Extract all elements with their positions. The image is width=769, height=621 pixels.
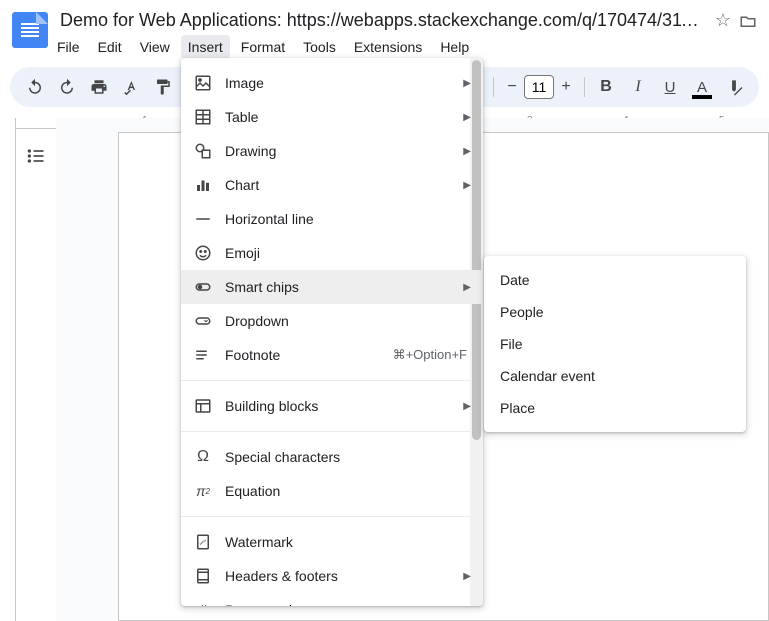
font-size-increase[interactable]: +	[554, 75, 578, 99]
hline-icon	[193, 209, 213, 229]
submenu-arrow-icon: ▶	[463, 112, 471, 123]
menu-format[interactable]: Format	[234, 35, 292, 59]
italic-button[interactable]: I	[623, 73, 653, 101]
smart-chip-place[interactable]: Place	[484, 392, 746, 424]
submenu-arrow-icon: ▶	[463, 605, 471, 607]
insert-building-blocks[interactable]: Building blocks ▶	[181, 389, 483, 423]
insert-smart-chips[interactable]: Smart chips ▶	[181, 270, 483, 304]
insert-dropdown-item[interactable]: Dropdown	[181, 304, 483, 338]
submenu-arrow-icon: ▶	[463, 180, 471, 191]
drawing-icon	[193, 141, 213, 161]
insert-watermark[interactable]: Watermark	[181, 525, 483, 559]
insert-horizontal-line[interactable]: Horizontal line	[181, 202, 483, 236]
smart-chip-calendar[interactable]: Calendar event	[484, 360, 746, 392]
menu-extensions[interactable]: Extensions	[347, 35, 429, 59]
separator	[181, 516, 483, 517]
move-icon[interactable]	[739, 12, 757, 30]
menu-label: Image	[225, 75, 455, 91]
menu-label: Horizontal line	[225, 211, 471, 227]
insert-special-characters[interactable]: Ω Special characters	[181, 440, 483, 474]
smart-chip-file[interactable]: File	[484, 328, 746, 360]
menu-label: Drawing	[225, 143, 455, 159]
menu-label: Headers & footers	[225, 568, 455, 584]
separator	[584, 77, 585, 97]
menu-file[interactable]: File	[50, 35, 87, 59]
spellcheck-button[interactable]	[116, 73, 146, 101]
bold-button[interactable]: B	[591, 73, 621, 101]
separator	[181, 380, 483, 381]
undo-button[interactable]	[20, 73, 50, 101]
insert-page-numbers[interactable]: # Page numbers ▶	[181, 593, 483, 606]
smart-chips-icon	[193, 277, 213, 297]
insert-emoji[interactable]: Emoji	[181, 236, 483, 270]
insert-image[interactable]: Image ▶	[181, 66, 483, 100]
menu-label: Chart	[225, 177, 455, 193]
insert-chart[interactable]: Chart ▶	[181, 168, 483, 202]
insert-drawing[interactable]: Drawing ▶	[181, 134, 483, 168]
menu-insert[interactable]: Insert	[181, 35, 230, 59]
insert-footnote[interactable]: Footnote ⌘+Option+F	[181, 338, 483, 372]
omega-icon: Ω	[193, 447, 213, 467]
font-size-decrease[interactable]: −	[500, 75, 524, 99]
menu-label: Smart chips	[225, 279, 455, 295]
smart-chip-date[interactable]: Date	[484, 264, 746, 296]
page-numbers-icon: #	[193, 600, 213, 606]
document-title[interactable]: Demo for Web Applications: https://webap…	[56, 8, 707, 33]
insert-table[interactable]: Table ▶	[181, 100, 483, 134]
menu-label: Special characters	[225, 449, 471, 465]
menu-help[interactable]: Help	[433, 35, 476, 59]
menu-label: Footnote	[225, 347, 393, 363]
outline-icon[interactable]	[26, 146, 46, 621]
submenu-arrow-icon: ▶	[463, 571, 471, 582]
star-icon[interactable]: ☆	[715, 10, 731, 31]
menu-label: Equation	[225, 483, 471, 499]
menu-label: Page numbers	[225, 602, 455, 606]
dropdown-icon	[193, 311, 213, 331]
shortcut-label: ⌘+Option+F	[393, 347, 467, 363]
smart-chip-people[interactable]: People	[484, 296, 746, 328]
watermark-icon	[193, 532, 213, 552]
submenu-arrow-icon: ▶	[463, 146, 471, 157]
chart-icon	[193, 175, 213, 195]
docs-logo[interactable]	[12, 12, 48, 48]
footnote-icon	[193, 345, 213, 365]
menu-view[interactable]: View	[133, 35, 177, 59]
vertical-ruler[interactable]	[0, 118, 16, 621]
headers-footers-icon	[193, 566, 213, 586]
menu-tools[interactable]: Tools	[296, 35, 343, 59]
submenu-arrow-icon: ▶	[463, 401, 471, 412]
emoji-icon	[193, 243, 213, 263]
submenu-arrow-icon: ▶	[463, 282, 471, 293]
image-icon	[193, 73, 213, 93]
insert-headers-footers[interactable]: Headers & footers ▶	[181, 559, 483, 593]
underline-button[interactable]: U	[655, 73, 685, 101]
print-button[interactable]	[84, 73, 114, 101]
menu-label: Building blocks	[225, 398, 455, 414]
building-blocks-icon	[193, 396, 213, 416]
table-icon	[193, 107, 213, 127]
text-color-button[interactable]: A	[687, 73, 717, 101]
equation-icon: π2	[193, 481, 213, 501]
menu-bar: File Edit View Insert Format Tools Exten…	[50, 35, 757, 59]
menu-label: Emoji	[225, 245, 471, 261]
separator	[181, 431, 483, 432]
menu-label: Table	[225, 109, 455, 125]
menu-edit[interactable]: Edit	[91, 35, 129, 59]
highlight-button[interactable]	[719, 73, 749, 101]
separator	[493, 77, 494, 97]
insert-equation[interactable]: π2 Equation	[181, 474, 483, 508]
menu-label: Watermark	[225, 534, 471, 550]
insert-dropdown: Image ▶ Table ▶ Drawing ▶ Chart ▶ Horizo…	[181, 58, 483, 606]
menu-label: Dropdown	[225, 313, 471, 329]
font-size-input[interactable]	[524, 75, 554, 99]
submenu-arrow-icon: ▶	[463, 78, 471, 89]
redo-button[interactable]	[52, 73, 82, 101]
paint-format-button[interactable]	[148, 73, 178, 101]
smart-chips-submenu: Date People File Calendar event Place	[484, 256, 746, 432]
